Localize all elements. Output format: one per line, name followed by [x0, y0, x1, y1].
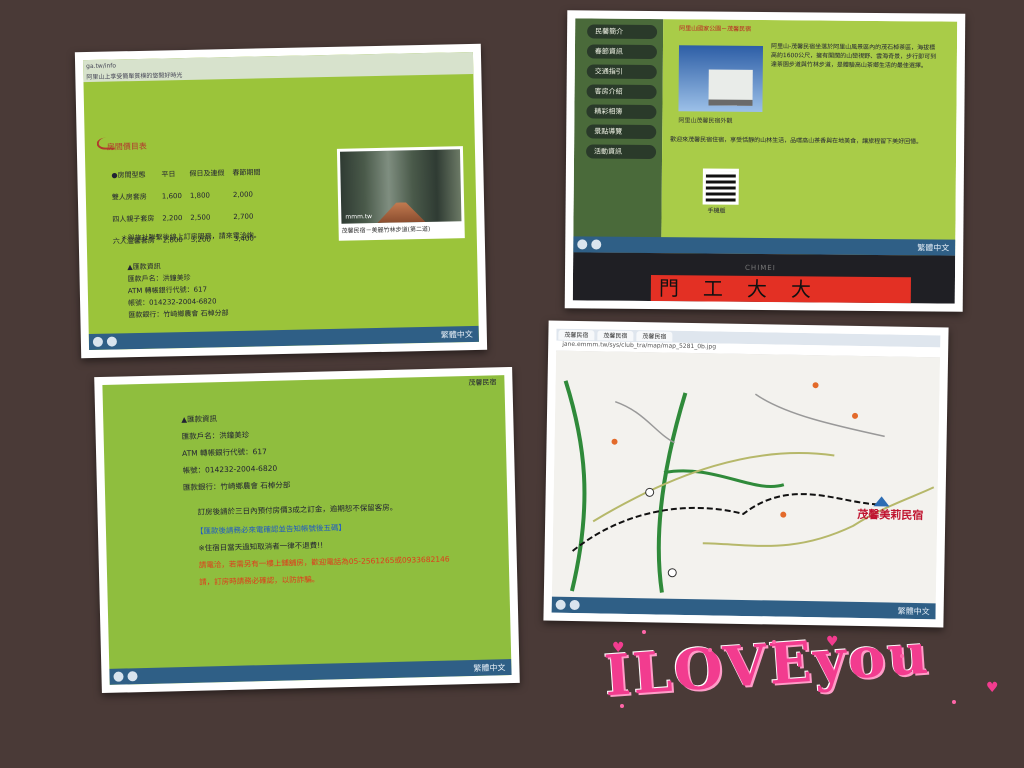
- taskbar: 繁體中文: [109, 659, 512, 685]
- photo-map: 茂馨民宿 茂馨民宿 茂馨民宿 jane.emmm.tw/sys/club_tra…: [543, 320, 949, 628]
- intro-paragraph: 阿里山-茂馨民宿坐落於阿里山風景區內的茂石棹茶區，海拔標高約1600公尺，擁有開…: [770, 43, 937, 70]
- col-header: ●房間型態: [111, 170, 146, 180]
- taskbar-lang: 繁體中文: [917, 242, 950, 253]
- photo-homepage: 民馨簡介 春節資訊 交通指引 客房介紹 精彩相簿 景點導覽 活動資訊 阿里山國家…: [564, 10, 966, 312]
- page-title: 阿里山國家公園－茂馨民宿: [679, 25, 752, 33]
- taskbar-lang: 繁體中文: [473, 662, 506, 673]
- bamboo-forest-image: mmm.tw: [339, 149, 462, 224]
- contact-message: 請電洽，若需另有一樓上鋪舖房，歡迎電話為05-2561265或093368214…: [198, 554, 450, 570]
- bank-line: 匯款銀行：竹崎鄉農會 石棹分部: [182, 480, 291, 493]
- explorer-icon[interactable]: [569, 599, 580, 611]
- section-title: 房間價目表: [106, 141, 147, 152]
- monitor-brand: CHIMEI: [745, 263, 776, 273]
- table-cell: 1,800: [189, 191, 211, 200]
- main-content: 阿里山國家公園－茂馨民宿 阿里山茂馨民宿外觀 阿里山-茂馨民宿坐落於阿里山風景區…: [661, 19, 958, 256]
- heart-icon: ♥: [612, 640, 625, 656]
- browser-bar: ga.tw/info 阿里山上享受簡單質樸的悠閒好時光: [83, 51, 474, 83]
- col-header: 平日: [161, 170, 176, 179]
- photo-payment-info: 茂馨民宿 ▲匯款資訊 匯款戶名：洪鐘美珍 ATM 轉帳銀行代號：617 帳號：0…: [94, 366, 520, 694]
- chrome-icon[interactable]: [113, 671, 124, 682]
- red-sign: 門工大大: [650, 275, 911, 304]
- table-cell: 2,500: [190, 213, 211, 222]
- nav-item[interactable]: 景點導覽: [586, 124, 657, 140]
- screen-room-prices: ga.tw/info 阿里山上享受簡單質樸的悠閒好時光 房間價目表 ●房間型態 …: [83, 51, 479, 351]
- sparkle-dot: [642, 630, 646, 634]
- bank-info: ▲匯款資訊 匯款戶名：洪鐘美珍 ATM 轉帳銀行代號：617 帳號：014232…: [181, 408, 290, 496]
- photo-room-prices: ga.tw/info 阿里山上享受簡單質樸的悠閒好時光 房間價目表 ●房間型態 …: [74, 43, 488, 359]
- map-svg: [563, 380, 935, 593]
- deposit-message: 訂房後請於三日內預付房價3成之訂金，逾期恕不保留客房。: [197, 502, 398, 517]
- heart-icon: ♥: [986, 680, 999, 696]
- bamboo-photo: mmm.tw 茂馨民宿－美麗竹林步道(第二道): [336, 146, 465, 241]
- confirm-link[interactable]: 【匯款後請務必來電確認並告知帳號後五碼】: [196, 522, 346, 537]
- route-map: 茂馨美莉民宿: [551, 350, 941, 604]
- nav-item[interactable]: 精彩相簿: [586, 104, 657, 120]
- sparkle-dot: [772, 640, 776, 644]
- nav-item[interactable]: 客房介紹: [586, 84, 657, 100]
- table-cell: 2,200: [162, 214, 183, 223]
- image-caption: 茂馨民宿－美麗竹林步道(第二道): [341, 225, 431, 235]
- nav-item[interactable]: 交通指引: [586, 64, 657, 80]
- watermark: mmm.tw: [345, 213, 373, 221]
- sparkle-dot: [952, 700, 956, 704]
- monitor-bezel: CHIMEI 門工大大: [572, 252, 956, 304]
- chrome-icon[interactable]: [92, 336, 104, 347]
- col-header: 假日及連假: [189, 169, 225, 178]
- screen-map: 茂馨民宿 茂馨民宿 茂馨民宿 jane.emmm.tw/sys/club_tra…: [551, 328, 941, 620]
- nav-item[interactable]: 民馨簡介: [587, 24, 658, 40]
- sparkle-dot: [620, 704, 624, 708]
- explorer-icon[interactable]: [127, 671, 138, 682]
- chrome-icon[interactable]: [577, 239, 588, 250]
- explorer-icon[interactable]: [106, 336, 118, 347]
- browser-tab[interactable]: 茂馨民宿: [597, 330, 634, 342]
- corner-label: 茂馨民宿: [468, 378, 497, 388]
- lodge-label: 茂馨美莉民宿: [857, 507, 924, 523]
- sidebar-nav: 民馨簡介 春節資訊 交通指引 客房介紹 精彩相簿 景點導覽 活動資訊: [573, 18, 664, 254]
- bank-line: 匯款銀行：竹崎鄉農會 石棹分部: [128, 309, 229, 320]
- sparkle-dot: [708, 648, 712, 652]
- heart-icon: ♥: [826, 634, 839, 650]
- table-cell: 2,000: [232, 190, 254, 200]
- qr-code-icon[interactable]: [702, 168, 739, 205]
- browser-tab[interactable]: 茂馨民宿: [636, 331, 673, 342]
- browser-tab[interactable]: 茂馨民宿: [558, 329, 595, 341]
- col-header: 春節期間: [232, 168, 261, 178]
- qr-label: 手機版: [707, 207, 726, 215]
- love-text: ILOVEyou: [602, 620, 933, 710]
- refund-message: ※住宿日當天過知取消者一律不退費!!: [198, 540, 324, 553]
- table-cell: 2,700: [233, 212, 254, 222]
- table-cell: 1,600: [161, 192, 183, 201]
- explorer-icon[interactable]: [591, 239, 602, 250]
- second-paragraph: 歡迎來茂馨民宿住宿，享受恬靜的山林生活，品嚐高山茶香與在地美食，讓旅程留下美好回…: [670, 136, 923, 146]
- screen-payment: 茂馨民宿 ▲匯款資訊 匯款戶名：洪鐘美珍 ATM 轉帳銀行代號：617 帳號：0…: [102, 375, 512, 685]
- chrome-icon[interactable]: [555, 599, 566, 610]
- table-cell: 四人親子套房: [112, 214, 155, 224]
- taskbar-lang: 繁體中文: [440, 329, 473, 340]
- nav-item[interactable]: 春節資訊: [586, 44, 658, 60]
- bank-info: ▲匯款資訊 匯款戶名：洪鐘美珍 ATM 轉帳銀行代號：617 帳號：014232…: [127, 259, 228, 321]
- taskbar-lang: 繁體中文: [897, 606, 930, 616]
- taskbar: 繁體中文: [88, 325, 479, 351]
- hotel-caption: 阿里山茂馨民宿外觀: [678, 117, 733, 125]
- nav-item[interactable]: 活動資訊: [586, 144, 657, 160]
- sparkle-dot: [900, 654, 904, 658]
- hotel-photo: [678, 45, 764, 112]
- screen-homepage: 民馨簡介 春節資訊 交通指引 客房介紹 精彩相簿 景點導覽 活動資訊 阿里山國家…: [572, 18, 958, 304]
- fraud-message: 請，訂房時請務必確認，以防詐騙。: [199, 574, 320, 587]
- table-cell: 雙人房套房: [111, 192, 147, 202]
